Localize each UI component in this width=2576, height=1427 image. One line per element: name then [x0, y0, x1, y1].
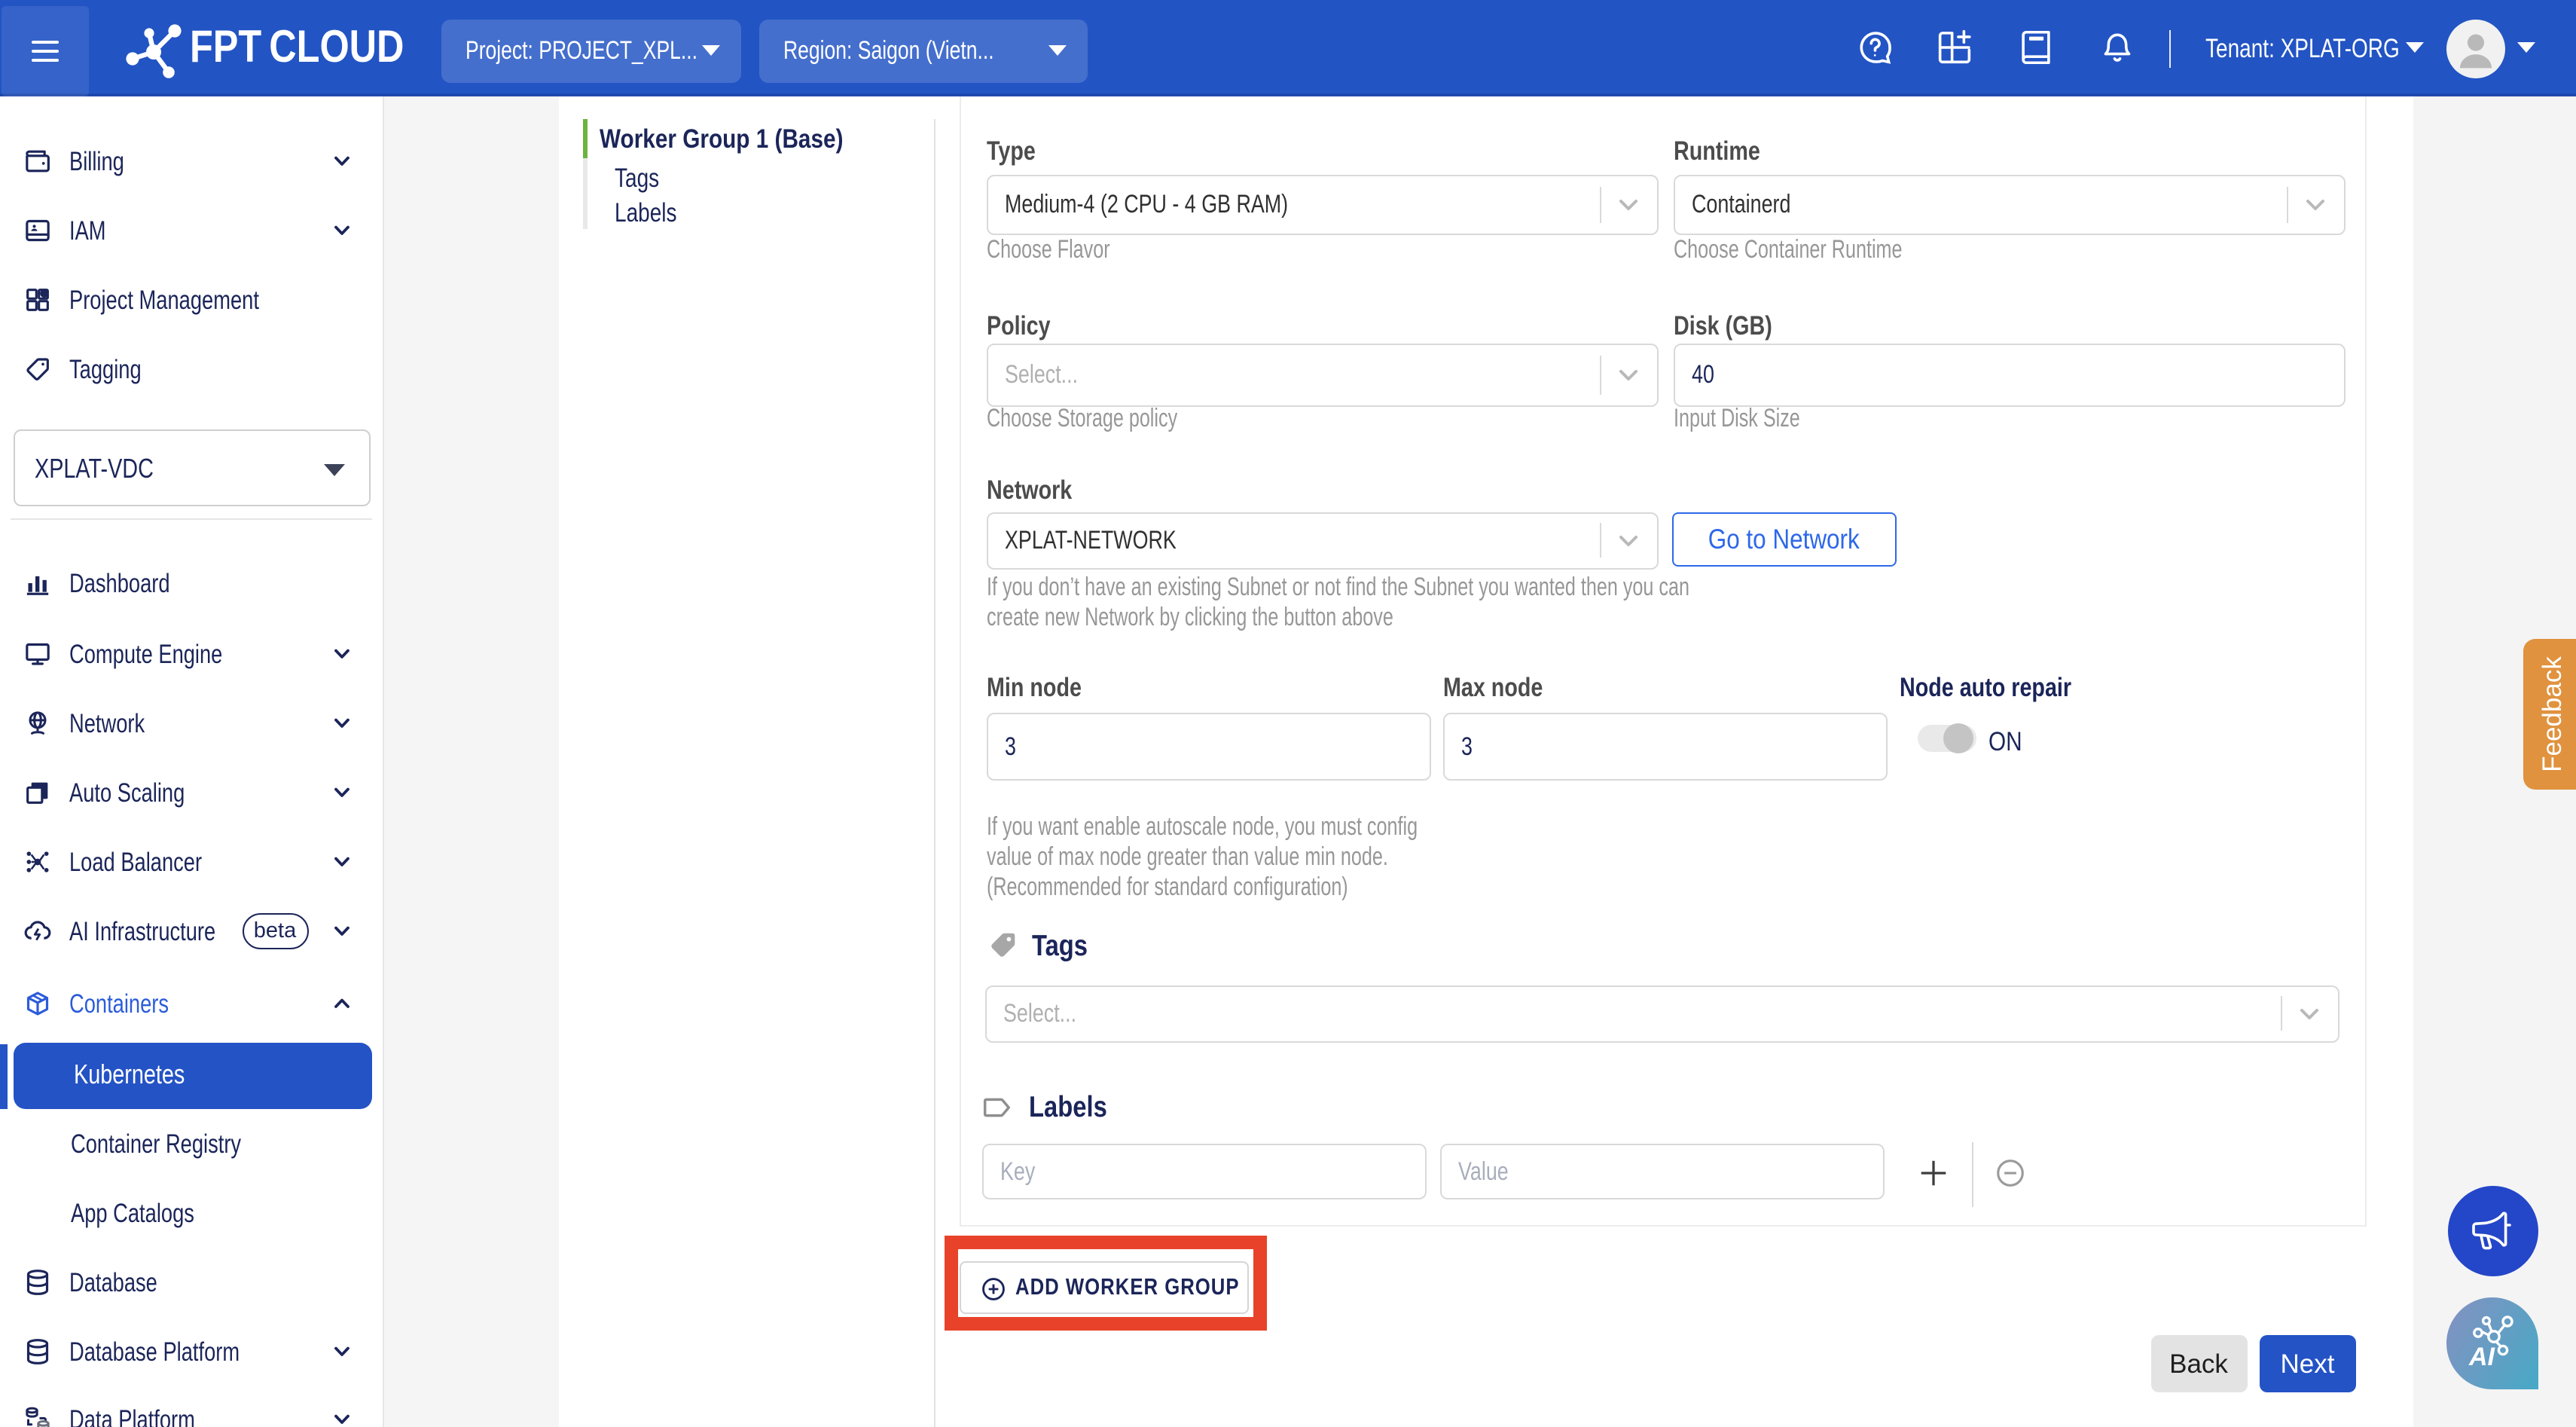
svg-text:AI: AI: [2468, 1342, 2495, 1370]
